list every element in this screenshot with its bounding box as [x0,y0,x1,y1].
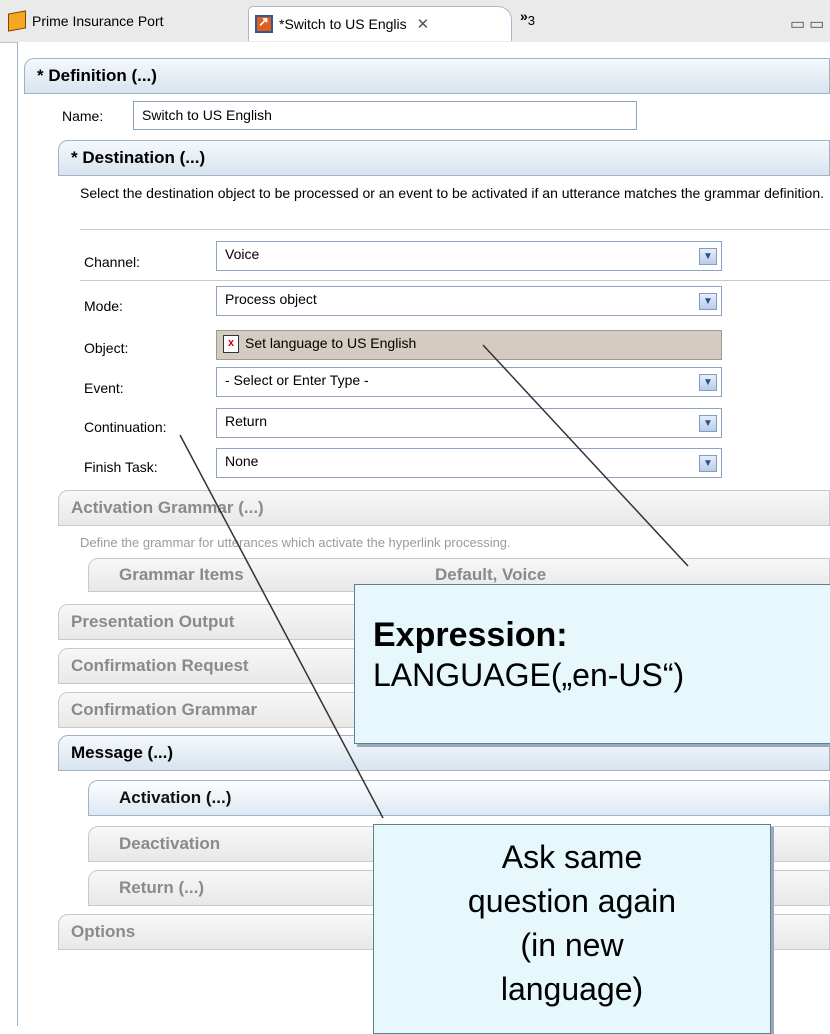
continuation-label: Continuation: [84,419,167,435]
expression-callout: Expression: LANGUAGE(„en-US“) [354,584,830,744]
section-title: Presentation Output [71,612,235,631]
section-destination[interactable]: * Destination (...) [58,140,830,176]
section-definition[interactable]: * Definition (...) [24,58,830,94]
select-value: Voice [225,246,260,262]
tab-overflow-button[interactable]: »3 [520,8,535,28]
section-title: * Destination (...) [71,148,206,167]
event-select[interactable]: - Select or Enter Type - ▼ [216,367,722,397]
chevron-down-icon[interactable]: ▼ [699,293,717,310]
section-title: Confirmation Grammar [71,700,258,719]
callout-line: Ask same [501,839,643,875]
chevron-down-icon[interactable]: ▼ [699,455,717,472]
section-title: Options [71,922,136,941]
mode-select[interactable]: Process object ▼ [216,286,722,316]
tab-label: Prime Insurance Port [32,13,164,29]
divider [80,280,830,281]
section-title: Activation Grammar (...) [71,498,264,517]
object-value: Set language to US English [245,335,417,351]
object-field[interactable]: x Set language to US English [216,330,722,360]
finish-task-label: Finish Task: [84,459,158,475]
divider [80,229,830,230]
section-title: Deactivation [119,834,221,853]
overflow-count: 3 [527,12,536,28]
select-value: - Select or Enter Type - [225,372,369,388]
hyperlink-icon [255,14,273,33]
expression-value: LANGUAGE(„en-US“) [373,657,685,693]
section-title: Message (...) [71,743,174,762]
event-label: Event: [84,380,124,396]
destination-description: Select the destination object to be proc… [80,185,824,201]
chevron-down-icon[interactable]: ▼ [699,248,717,265]
grammar-items-label: Grammar Items [119,565,244,584]
minimize-maximize-controls[interactable]: ▭▭ [790,14,828,34]
chevron-double-right-icon: » [520,8,528,24]
close-icon[interactable]: ✕ [417,15,430,33]
component-icon [8,10,26,32]
callout-line: language) [500,971,644,1007]
object-label: Object: [84,340,129,356]
channel-label: Channel: [84,254,141,270]
select-value: Process object [225,291,317,307]
section-title: Confirmation Request [71,656,249,675]
mode-label: Mode: [84,298,123,314]
tab-prime-insurance-portal[interactable]: Prime Insurance Port [2,5,242,37]
name-label: Name: [62,108,104,124]
function-icon: x [223,335,239,353]
tab-switch-to-us-english[interactable]: *Switch to US Englis ✕ [248,6,512,41]
finish-task-select[interactable]: None ▼ [216,448,722,478]
callout-line: (in new [520,927,624,963]
activation-grammar-description: Define the grammar for utterances which … [80,535,511,550]
editor-tab-bar: Prime Insurance Port *Switch to US Engli… [0,0,830,43]
section-title: Activation (...) [119,788,232,807]
chevron-down-icon[interactable]: ▼ [699,374,717,391]
name-input[interactable]: Switch to US English [133,101,637,130]
chevron-down-icon[interactable]: ▼ [699,415,717,432]
section-activation-grammar[interactable]: Activation Grammar (...) [58,490,830,526]
ask-again-callout: Ask same question again (in new language… [373,824,771,1034]
section-title: * Definition (...) [37,66,157,85]
select-value: Return [225,413,268,429]
expression-title: Expression: [373,616,568,654]
continuation-select[interactable]: Return ▼ [216,408,722,438]
section-title: Return (...) [119,878,204,897]
channel-select[interactable]: Voice ▼ [216,241,722,271]
callout-line: question again [467,883,677,919]
section-activation[interactable]: Activation (...) [88,780,830,816]
select-value: None [225,453,259,469]
tab-label: *Switch to US Englis [279,16,407,32]
grammar-default-voice: Default, Voice [435,565,547,584]
